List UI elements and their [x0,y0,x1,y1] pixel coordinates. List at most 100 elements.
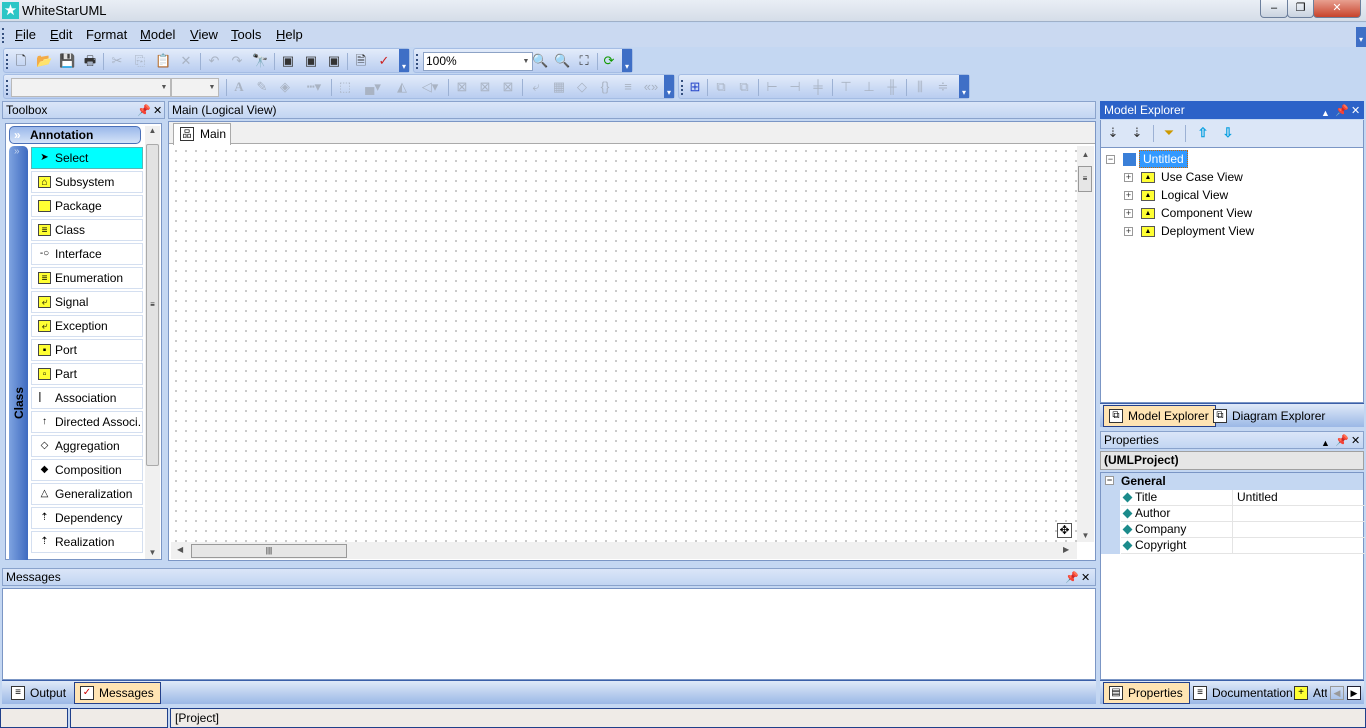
expand-icon[interactable]: + [1124,227,1133,237]
minimize-button[interactable]: – [1260,0,1288,18]
tree-item[interactable]: + ▲ Logical View [1124,188,1228,202]
property-value[interactable]: Untitled [1235,490,1278,505]
suppress-operations-icon[interactable]: ⊠ [477,79,493,95]
toolbox-scrollbar[interactable]: ▲ ≡ ▼ [145,126,160,559]
pin-icon[interactable]: 📌 [1065,570,1079,586]
zoom-in-icon[interactable]: 🔍 [532,53,548,69]
menu-format[interactable]: Format [86,27,127,42]
property-row[interactable]: Copyright [1121,538,1365,554]
export-icon[interactable]: 🗎 [353,53,369,69]
stereotype-display-icon[interactable]: ▄▾ [360,79,386,95]
suppress-attributes-icon[interactable]: ⊠ [454,79,470,95]
line-style-icon[interactable]: ┅▾ [300,79,328,95]
tool-interface[interactable]: -○ Interface [31,243,143,265]
tool-subsystem[interactable]: ⌂ Subsystem [31,171,143,193]
move-up-icon[interactable]: ⇧ [1195,125,1211,141]
close-icon[interactable]: ✕ [1351,103,1360,119]
undo-icon[interactable]: ↶ [206,53,222,69]
zoom-combo[interactable]: 100% ▼ [423,52,533,71]
tab-attachments[interactable]: + Att [1288,682,1328,704]
diagram-canvas[interactable] [171,146,1077,542]
menu-view[interactable]: View [190,27,218,42]
expand-icon[interactable]: + [1124,191,1133,201]
tool-aggregation[interactable]: ◇ Aggregation [31,435,143,457]
word-wrap-icon[interactable]: ⤶ [528,79,544,95]
line-color-icon[interactable]: ✎ [254,79,270,95]
tool-composition[interactable]: ◆ Composition [31,459,143,481]
tool-exception[interactable]: ⤶ Exception [31,315,143,337]
menu-model[interactable]: Model [140,27,175,42]
verify-model-icon[interactable]: ✓ [376,53,392,69]
diagram-c-icon[interactable]: ▣ [326,53,342,69]
close-icon[interactable]: ✕ [1081,570,1090,586]
collapse-icon[interactable]: − [1105,476,1114,485]
font-name-combo[interactable]: ▼ [11,78,171,97]
font-icon[interactable]: A [231,79,247,95]
close-icon[interactable]: ✕ [1351,433,1360,449]
pan-icon[interactable]: ✥ [1057,523,1072,538]
find-icon[interactable]: 🔭 [252,53,268,69]
tool-port[interactable]: ▪ Port [31,339,143,361]
canvas-vscrollbar[interactable]: ▲ ≡ ▼ [1077,146,1094,542]
toolbar-options-button[interactable]: ▾ [664,75,674,98]
toolbox-category-annotation[interactable]: » Annotation [9,126,141,144]
bring-to-front-icon[interactable]: ⧉ [713,79,729,95]
tab-properties[interactable]: ▤ Properties [1103,682,1190,704]
toolbar-options-button[interactable]: ▾ [959,75,969,98]
fill-color-icon[interactable]: ◈ [277,79,293,95]
delete-icon[interactable]: ✕ [178,53,194,69]
diagram-tab-main[interactable]: 品 Main [173,123,231,145]
scroll-tabs-right-button[interactable]: ▶ [1347,686,1361,700]
menu-edit[interactable]: Edit [50,27,72,42]
show-parent-icon[interactable]: ◇ [574,79,590,95]
tab-documentation[interactable]: ≡ Documentation [1187,682,1300,704]
expand-icon[interactable]: + [1124,209,1133,219]
sort-by-name-icon[interactable]: ⇣ [1129,125,1145,141]
align-middle-icon[interactable]: ╫ [884,79,900,95]
sort-by-number-icon[interactable]: ⇣ [1105,125,1121,141]
tab-messages[interactable]: ✓ Messages [74,682,161,704]
shape-icon[interactable]: ◭ [394,79,410,95]
tool-dependency[interactable]: ⇡ Dependency [31,507,143,529]
tool-select[interactable]: ➤ Select [31,147,143,169]
tree-item[interactable]: + ▲ Component View [1124,206,1252,220]
property-row[interactable]: Title Untitled [1121,490,1365,506]
paste-icon[interactable]: 📋 [155,53,171,69]
space-horizontal-icon[interactable]: ⫼ [912,79,928,95]
cut-icon[interactable]: ✂ [109,53,125,69]
tool-part[interactable]: ▫ Part [31,363,143,385]
fit-to-window-icon[interactable]: ⛶ [576,53,592,69]
tab-output[interactable]: ≡ Output [5,682,73,704]
suppress-literals-icon[interactable]: ⊠ [500,79,516,95]
tree-item[interactable]: + ▲ Use Case View [1124,170,1243,184]
tool-signal[interactable]: ⤶ Signal [31,291,143,313]
menu-overflow-button[interactable]: ▾ [1356,27,1366,47]
font-size-combo[interactable]: ▼ [171,78,219,97]
show-properties-icon[interactable]: ≡ [620,79,636,95]
tool-enumeration[interactable]: ≡ Enumeration [31,267,143,289]
refresh-icon[interactable]: ⟳ [601,53,617,69]
maximize-panel-icon[interactable]: ▲ [1321,105,1330,121]
diagram-b-icon[interactable]: ▣ [303,53,319,69]
tool-class[interactable]: ≡ Class [31,219,143,241]
expand-icon[interactable]: + [1124,173,1133,183]
toolbox-category-class[interactable]: » Class [9,146,28,560]
tool-generalization[interactable]: △ Generalization [31,483,143,505]
align-top-icon[interactable]: ⊤ [838,79,854,95]
toolbar-options-button[interactable]: ▾ [399,49,409,72]
show-stereotype-icon[interactable]: «» [643,79,659,95]
save-icon[interactable]: 💾 [59,53,75,69]
pin-icon[interactable]: 📌 [137,103,151,119]
tool-association[interactable]: ⎸ Association [31,387,143,409]
align-left-icon[interactable]: ⊢ [764,79,780,95]
menu-file[interactable]: File [15,27,36,42]
tab-diagram-explorer[interactable]: ⧉ Diagram Explorer [1207,405,1332,427]
align-icon[interactable]: ◁▾ [417,79,443,95]
tab-model-explorer[interactable]: ⧉ Model Explorer [1103,405,1216,427]
property-row[interactable]: Author [1121,506,1365,522]
open-icon[interactable]: 📂 [36,53,52,69]
close-icon[interactable]: ✕ [153,103,162,119]
filter-icon[interactable]: ⏷ [1161,125,1177,141]
tool-directed-associ[interactable]: ↑ Directed Associ... [31,411,143,433]
maximize-button[interactable]: ❐ [1287,0,1314,18]
